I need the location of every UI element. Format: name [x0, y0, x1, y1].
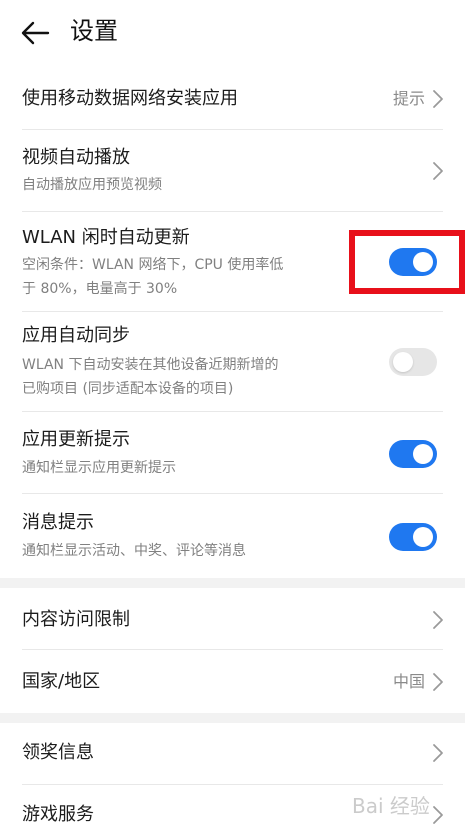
chevron-right-icon	[433, 611, 443, 629]
chevron-right-icon	[433, 744, 443, 762]
video-autoplay-label: 视频自动播放	[22, 147, 130, 168]
message-tip-label: 消息提示	[22, 512, 94, 533]
country-region-label: 国家/地区	[22, 671, 101, 692]
app-auto-sync-label: 应用自动同步	[22, 325, 130, 346]
mobile-data-install-label: 使用移动数据网络安装应用	[22, 88, 238, 109]
app-update-tip-row: 应用更新提示 通知栏显示应用更新提示	[0, 412, 465, 494]
wlan-idle-update-subtitle-line1: 空闲条件：WLAN 网络下，CPU 使用率低	[22, 257, 284, 273]
content-access-limit-label: 内容访问限制	[22, 609, 130, 630]
mobile-data-install-row[interactable]: 使用移动数据网络安装应用 提示	[0, 68, 465, 130]
page-title: 设置	[70, 17, 118, 45]
app-update-tip-label: 应用更新提示	[22, 429, 130, 450]
app-auto-sync-toggle[interactable]	[389, 348, 437, 376]
section-gap	[0, 578, 465, 588]
mobile-data-install-value: 提示	[392, 89, 425, 108]
app-auto-sync-row: 应用自动同步 WLAN 下自动安装在其他设备近期新增的 已购项目 (同步适配本设…	[0, 312, 465, 412]
country-region-row[interactable]: 国家/地区 中国	[0, 650, 465, 712]
wlan-idle-update-subtitle-line2: 于 80%，电量高于 30%	[22, 281, 178, 297]
toggle-knob	[393, 352, 413, 372]
chevron-right-icon	[433, 90, 443, 108]
content-access-limit-row[interactable]: 内容访问限制	[0, 588, 465, 650]
prize-info-row[interactable]: 领奖信息	[0, 723, 465, 785]
wlan-idle-update-label: WLAN 闲时自动更新	[22, 227, 190, 248]
message-tip-row: 消息提示 通知栏显示活动、中奖、评论等消息	[0, 494, 465, 576]
toggle-knob	[413, 444, 433, 464]
toggle-knob	[413, 527, 433, 547]
message-tip-toggle[interactable]	[389, 523, 437, 551]
chevron-right-icon	[433, 162, 443, 180]
app-auto-sync-subtitle-line1: WLAN 下自动安装在其他设备近期新增的	[22, 357, 279, 373]
message-tip-subtitle: 通知栏显示活动、中奖、评论等消息	[22, 543, 246, 559]
chevron-right-icon	[433, 806, 443, 824]
app-update-tip-toggle[interactable]	[389, 440, 437, 468]
section-gap	[0, 713, 465, 723]
country-region-value: 中国	[392, 672, 425, 691]
header: 设置	[0, 0, 465, 68]
app-update-tip-subtitle: 通知栏显示应用更新提示	[22, 460, 176, 476]
chevron-right-icon	[433, 673, 443, 691]
video-autoplay-row[interactable]: 视频自动播放 自动播放应用预览视频	[0, 130, 465, 212]
watermark: Bai 经验	[352, 794, 430, 818]
prize-info-label: 领奖信息	[22, 742, 94, 763]
arrow-left-icon[interactable]	[18, 16, 52, 50]
video-autoplay-subtitle: 自动播放应用预览视频	[22, 177, 162, 193]
app-auto-sync-subtitle-line2: 已购项目 (同步适配本设备的项目)	[22, 381, 234, 397]
highlight-box	[349, 230, 465, 294]
game-service-label: 游戏服务	[22, 804, 94, 825]
